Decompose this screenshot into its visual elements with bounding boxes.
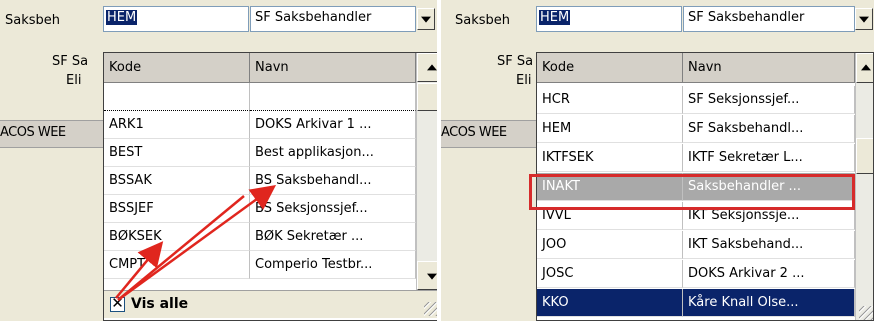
name-dropdown-button[interactable] [855, 8, 873, 30]
column-header-label: Navn [688, 60, 722, 75]
scroll-up-button[interactable] [856, 53, 873, 83]
cell-name: IKT Seksjonssje... [683, 202, 855, 230]
column-header-kode[interactable]: Kode [537, 53, 683, 83]
cell-name: BS Seksjonssjef... [250, 195, 416, 223]
cell-code: CMPT [104, 251, 250, 279]
list-item[interactable]: BSSJEF BS Seksjonssjef... [104, 195, 416, 223]
vertical-scrollbar[interactable] [416, 53, 437, 290]
cell-code: BSSAK [104, 167, 250, 195]
column-header-navn[interactable]: Navn [683, 53, 855, 83]
cell-name: IKTF Sekretær L... [683, 144, 855, 172]
list-item[interactable]: CMPT Comperio Testbr... [104, 251, 416, 279]
chevron-up-icon [426, 63, 437, 70]
name-field-text: SF Saksbehandler [255, 10, 372, 25]
resize-grip-icon[interactable] [424, 302, 437, 316]
sf-saksbehandler-label: SF Sa [497, 54, 534, 69]
cell-code: BSSJEF [104, 195, 250, 223]
cell-name: Comperio Testbr... [250, 251, 416, 279]
column-header-navn[interactable]: Navn [250, 53, 416, 83]
cell-name: BS Saksbehandl... [250, 167, 416, 195]
list-item[interactable]: BEST Best applikasjon... [104, 139, 416, 167]
cell-name: SF Saksbehandl... [683, 115, 855, 143]
vis-alle-label[interactable]: Vis alle [131, 296, 188, 312]
dropdown-footer: ✕ Vis alle [104, 290, 437, 318]
resize-grip-icon[interactable] [859, 306, 873, 320]
cell-code: ARK1 [104, 111, 250, 139]
code-field-selected-text: HEM [539, 10, 571, 25]
cell-name [250, 83, 416, 111]
chevron-up-icon [860, 64, 871, 71]
code-dropdown-list: Kode Navn ARK1 DOKS Arkivar 1 ... BEST B… [103, 52, 437, 321]
list-item-inactive[interactable]: INAKT Saksbehandler ... [537, 173, 855, 201]
cell-code [104, 83, 250, 111]
list-item[interactable]: IKTFSEK IKTF Sekretær L... [537, 144, 855, 172]
cell-name: Kåre Knall Olse... [683, 289, 855, 317]
cell-name: SF Seksjonssjef... [683, 86, 855, 114]
list-item[interactable]: HCR SF Seksjonssjef... [537, 86, 855, 114]
list-item[interactable]: ARK1 DOKS Arkivar 1 ... [104, 111, 416, 139]
right-screenshot-panel: Saksbeh SF Sa Eli ACOS WEE HEM SF Saksbe… [441, 0, 874, 321]
saksbehandler-label: Saksbeh [455, 13, 511, 28]
name-dropdown-button[interactable] [417, 8, 435, 30]
cell-code: IKTFSEK [537, 144, 683, 172]
chevron-down-icon [421, 16, 431, 23]
list-item[interactable]: BØKSEK BØK Sekretær ... [104, 223, 416, 251]
cell-name: DOKS Arkivar 2 ... [683, 260, 855, 288]
cell-name: DOKS Arkivar 1 ... [250, 111, 416, 139]
cell-code: INAKT [537, 173, 683, 201]
name-combobox-field[interactable]: SF Saksbehandler [683, 6, 855, 32]
list-item[interactable]: HEM SF Saksbehandl... [537, 115, 855, 143]
code-combobox-field[interactable]: HEM [103, 6, 249, 32]
cell-code: JOO [537, 231, 683, 259]
scroll-thumb[interactable] [417, 83, 437, 111]
scroll-up-button[interactable] [417, 53, 437, 82]
cell-code: BØKSEK [104, 223, 250, 251]
list-item-selected[interactable]: KKO Kåre Knall Olse... [537, 289, 855, 317]
vis-alle-checkbox[interactable]: ✕ [110, 296, 125, 312]
code-dropdown-list: Kode Navn HCR SF Seksjonssjef... HEM SF … [536, 52, 874, 321]
list-item[interactable]: BSSAK BS Saksbehandl... [104, 167, 416, 195]
cell-name: Saksbehandler ... [683, 173, 855, 201]
list-item[interactable]: JOSC DOKS Arkivar 2 ... [537, 260, 855, 288]
cell-code: JOSC [537, 260, 683, 288]
list-item-empty[interactable] [104, 83, 416, 111]
saksbehandler-label: Saksbeh [5, 13, 61, 28]
chevron-down-icon [426, 273, 437, 280]
code-combobox-field[interactable]: HEM [536, 6, 682, 32]
column-header-label: Kode [542, 60, 575, 75]
column-header-label: Navn [255, 60, 289, 75]
cell-code: KKO [537, 289, 683, 317]
cell-name: Best applikasjon... [250, 139, 416, 167]
column-header-kode[interactable]: Kode [104, 53, 250, 83]
left-screenshot-panel: Saksbeh SF Sa Eli ACOS WEE HEM SF Saksbe… [0, 0, 437, 321]
cell-name: IKT Saksbehand... [683, 231, 855, 259]
list-item[interactable]: IVVL IKT Seksjonssje... [537, 202, 855, 230]
acos-web-label: ACOS WEE [0, 125, 66, 140]
name-combobox-field[interactable]: SF Saksbehandler [250, 6, 416, 32]
chevron-down-icon [859, 16, 869, 23]
scroll-thumb[interactable] [856, 138, 873, 174]
cell-name: BØK Sekretær ... [250, 223, 416, 251]
cell-code: IVVL [537, 202, 683, 230]
code-field-selected-text: HEM [106, 10, 138, 25]
vertical-scrollbar[interactable] [855, 53, 873, 320]
name-field-text: SF Saksbehandler [688, 10, 805, 25]
eli-label: Eli [66, 73, 82, 88]
cell-code: HEM [537, 115, 683, 143]
sf-saksbehandler-label: SF Sa [52, 54, 89, 69]
cell-code: BEST [104, 139, 250, 167]
scroll-down-button[interactable] [417, 261, 437, 290]
cell-code: HCR [537, 86, 683, 114]
list-item[interactable]: JOO IKT Saksbehand... [537, 231, 855, 259]
eli-label: Eli [516, 73, 532, 88]
acos-web-label: ACOS WEE [441, 125, 507, 140]
column-header-label: Kode [109, 60, 142, 75]
